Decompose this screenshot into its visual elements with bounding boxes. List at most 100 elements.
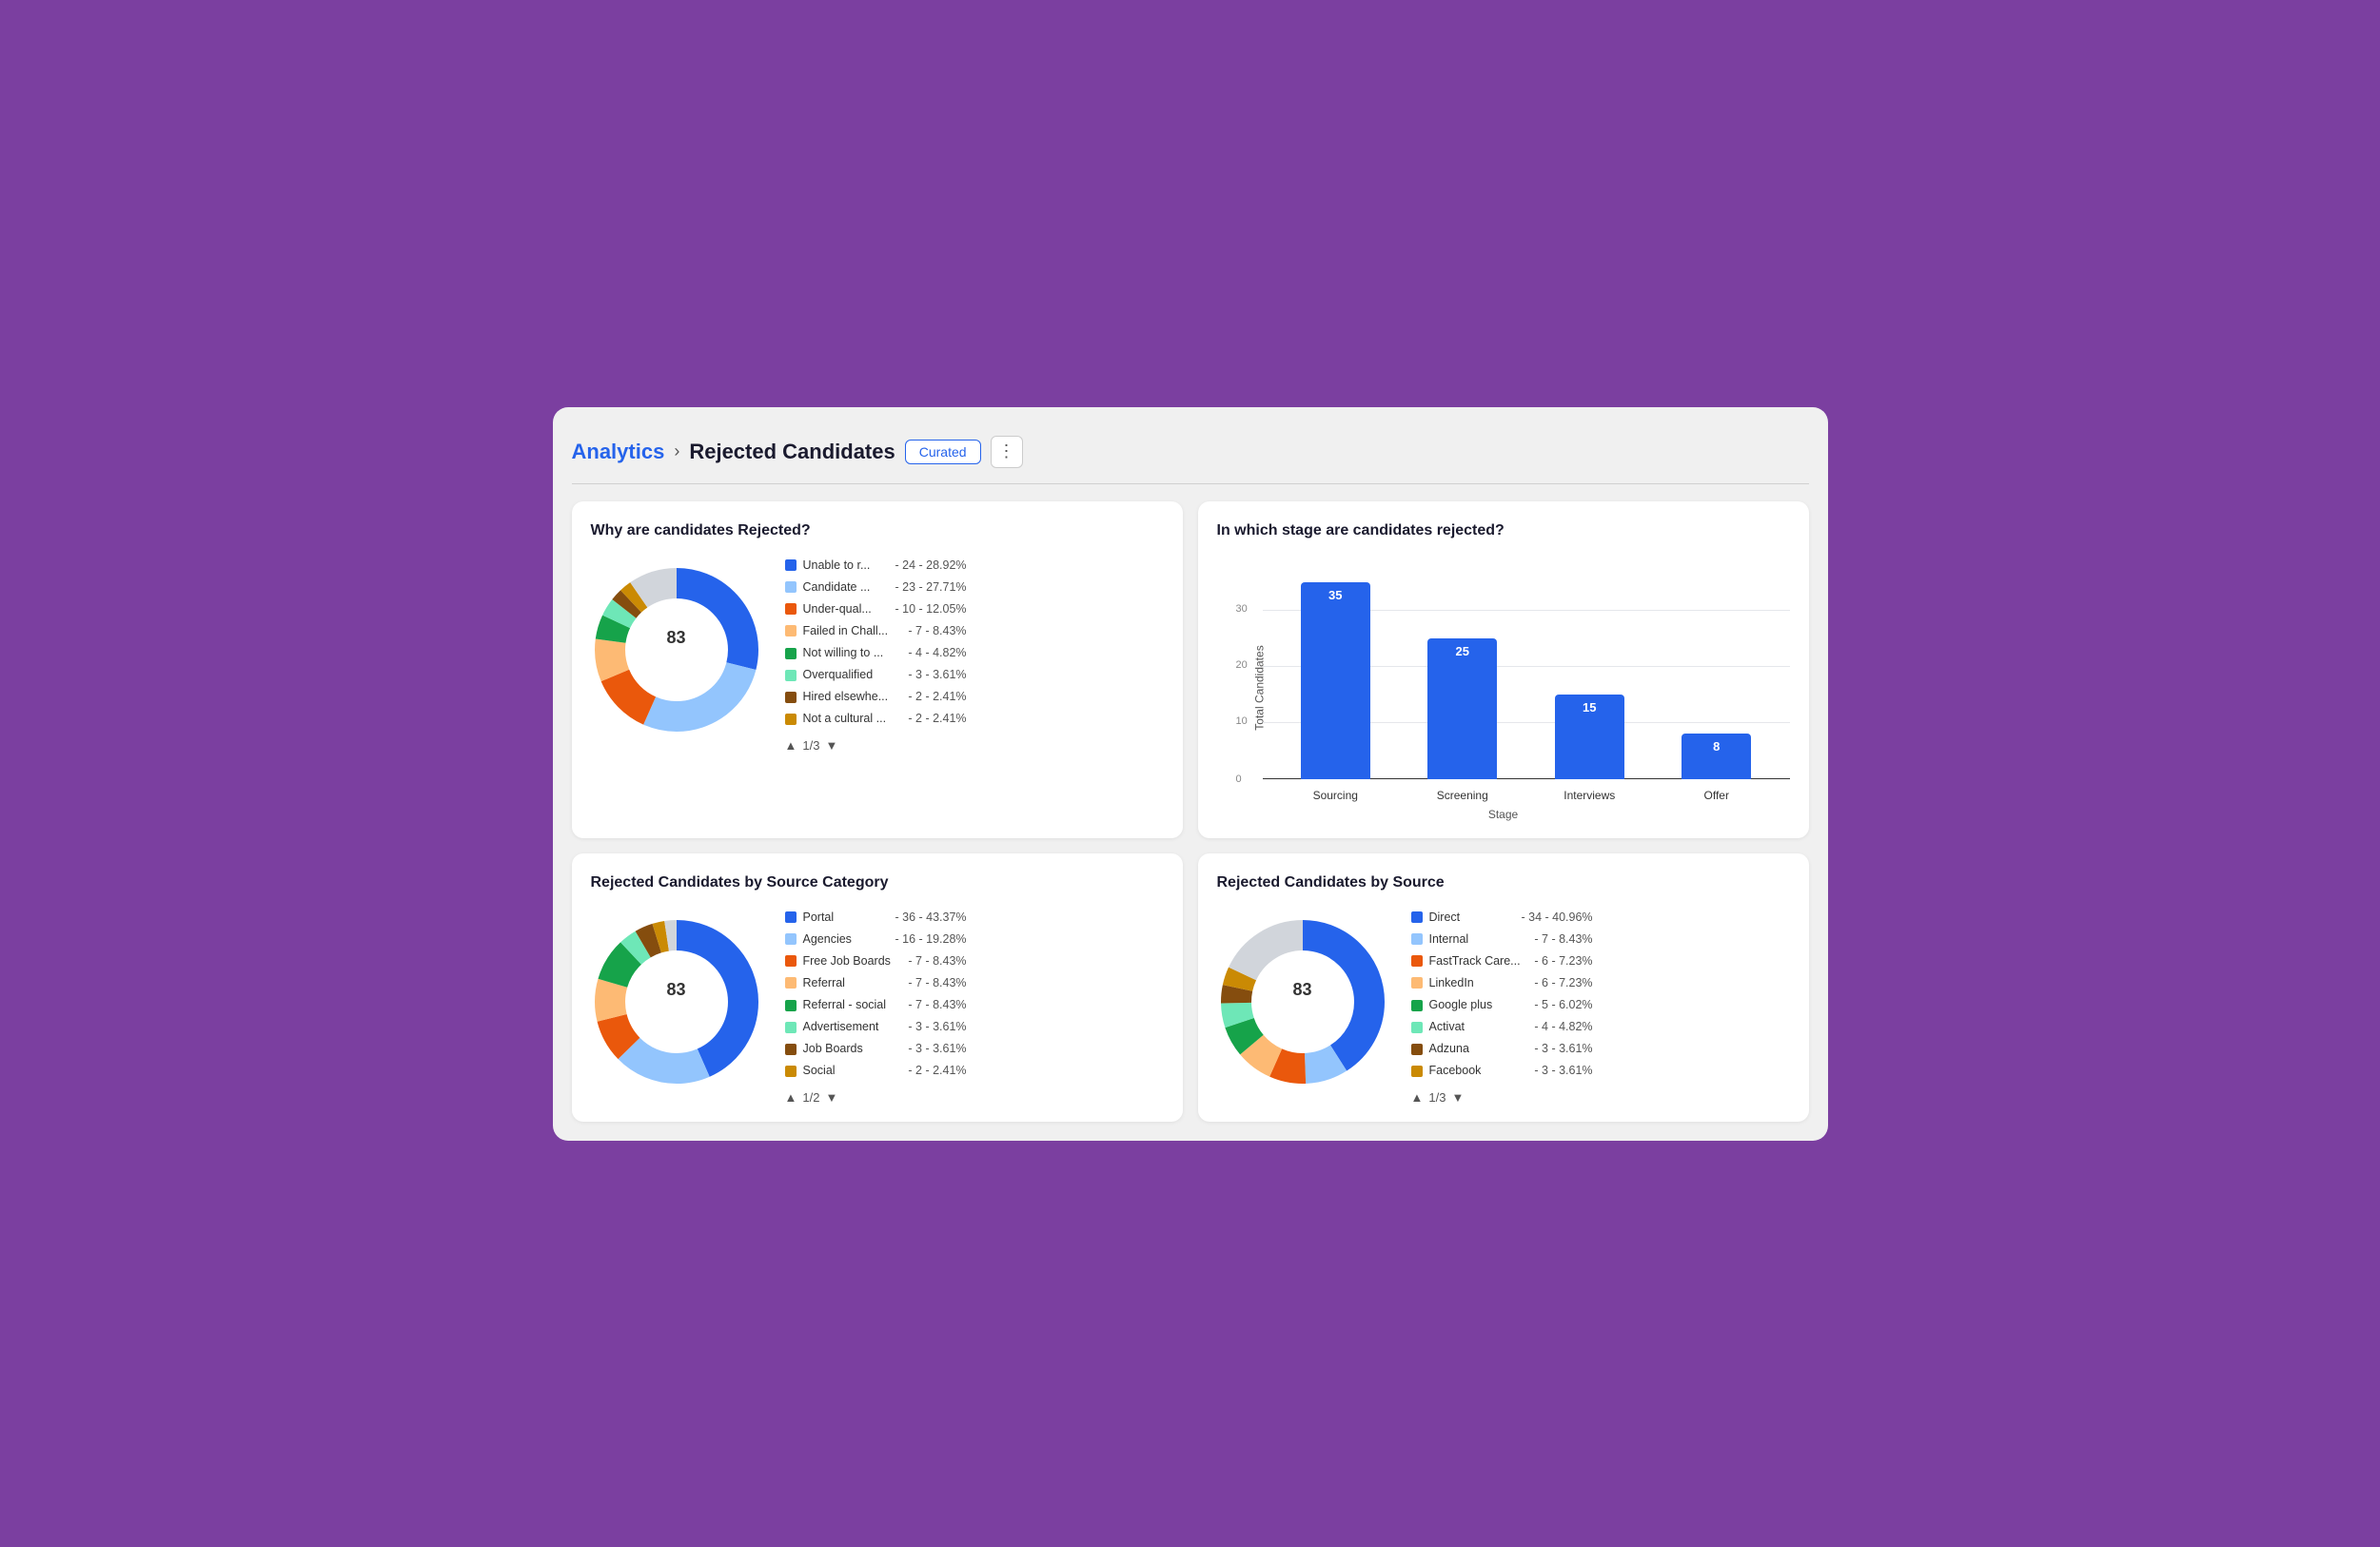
legend-color — [1411, 1066, 1423, 1077]
legend-color — [785, 670, 797, 681]
legend-label: Internal — [1429, 929, 1528, 950]
bar-value: 8 — [1713, 739, 1720, 754]
bar-label: Offer — [1704, 789, 1729, 802]
legend-label: Agencies — [803, 929, 889, 950]
y-tick-20: 20 — [1236, 659, 1248, 671]
legend-value: - 23 - 27.71% — [895, 577, 967, 598]
legend-item: Facebook - 3 - 3.61% — [1411, 1060, 1593, 1082]
y-tick-10: 10 — [1236, 715, 1248, 727]
legend-label: Referral — [803, 972, 902, 994]
legend-label: Social — [803, 1060, 902, 1082]
source-category-svg — [591, 916, 762, 1087]
pag-down-icon2[interactable]: ▼ — [825, 1090, 837, 1105]
bar-group: 35Sourcing — [1272, 555, 1400, 779]
legend-item: Unable to r... - 24 - 28.92% — [785, 555, 967, 577]
legend-color — [1411, 933, 1423, 945]
legend-label: Advertisement — [803, 1016, 902, 1038]
source-category-pagination[interactable]: ▲ 1/2 ▼ — [785, 1090, 967, 1105]
legend-item: Social - 2 - 2.41% — [785, 1060, 967, 1082]
bars-container: 35Sourcing25Screening15Interviews8Offer — [1263, 555, 1790, 779]
legend-label: Failed in Chall... — [803, 620, 902, 642]
bar-group: 25Screening — [1399, 555, 1526, 779]
bar-fill: 35 — [1301, 582, 1370, 779]
source-rejected-card: Rejected Candidates by Source 83 Direct … — [1198, 853, 1809, 1122]
grid-area: 10 20 30 0 35Sourcing25Screening15Interv… — [1263, 555, 1790, 779]
legend-label: Under-qual... — [803, 598, 889, 620]
why-rejected-legend: Unable to r... - 24 - 28.92% Candidate .… — [785, 555, 967, 753]
analytics-link[interactable]: Analytics — [572, 440, 665, 464]
bar-group: 15Interviews — [1526, 555, 1654, 779]
legend-color — [1411, 911, 1423, 923]
header: Analytics › Rejected Candidates Curated … — [572, 426, 1809, 483]
main-container: Analytics › Rejected Candidates Curated … — [553, 407, 1828, 1141]
legend-color — [785, 559, 797, 571]
legend-item: Failed in Chall... - 7 - 8.43% — [785, 620, 967, 642]
legend-color — [785, 648, 797, 659]
legend-label: Facebook — [1429, 1060, 1528, 1082]
legend-label: Google plus — [1429, 994, 1528, 1016]
legend-color — [785, 714, 797, 725]
legend-value: - 6 - 7.23% — [1534, 950, 1592, 972]
legend-label: Adzuna — [1429, 1038, 1528, 1060]
legend-label: Not a cultural ... — [803, 708, 902, 730]
source-rejected-pagination[interactable]: ▲ 1/3 ▼ — [1411, 1090, 1593, 1105]
pag-up-icon3: ▲ — [1411, 1090, 1424, 1105]
legend-item: Not willing to ... - 4 - 4.82% — [785, 642, 967, 664]
why-rejected-donut: 83 — [591, 564, 762, 743]
legend-label: Direct — [1429, 907, 1515, 929]
why-rejected-chart-area: 83 Unable to r... - 24 - 28.92% Candidat… — [591, 555, 1164, 753]
legend-value: - 10 - 12.05% — [895, 598, 967, 620]
legend-item: Google plus - 5 - 6.02% — [1411, 994, 1593, 1016]
legend-label: Free Job Boards — [803, 950, 902, 972]
source-category-title: Rejected Candidates by Source Category — [591, 874, 1164, 891]
breadcrumb-chevron: › — [674, 441, 679, 461]
legend-value: - 4 - 4.82% — [1534, 1016, 1592, 1038]
legend-label: LinkedIn — [1429, 972, 1528, 994]
source-category-donut: 83 — [591, 916, 762, 1095]
source-category-page: 1/2 — [802, 1090, 819, 1105]
legend-value: - 7 - 8.43% — [908, 950, 966, 972]
legend-item: Internal - 7 - 8.43% — [1411, 929, 1593, 950]
stage-rejected-card: In which stage are candidates rejected? … — [1198, 501, 1809, 838]
bar-label: Screening — [1437, 789, 1488, 802]
legend-value: - 7 - 8.43% — [908, 620, 966, 642]
legend-label: FastTrack Care... — [1429, 950, 1528, 972]
legend-color — [785, 911, 797, 923]
page-title: Rejected Candidates — [689, 440, 895, 464]
source-rejected-legend: Direct - 34 - 40.96% Internal - 7 - 8.43… — [1411, 907, 1593, 1105]
legend-item: Referral - 7 - 8.43% — [785, 972, 967, 994]
legend-item: Adzuna - 3 - 3.61% — [1411, 1038, 1593, 1060]
bar-fill: 8 — [1682, 734, 1751, 778]
legend-color — [785, 625, 797, 636]
bar-fill: 15 — [1555, 695, 1624, 779]
legend-value: - 3 - 3.61% — [1534, 1038, 1592, 1060]
legend-value: - 3 - 3.61% — [908, 1038, 966, 1060]
why-rejected-svg — [591, 564, 762, 735]
charts-grid: Why are candidates Rejected? 83 Unable t… — [572, 501, 1809, 1122]
y-tick-0: 0 — [1236, 774, 1242, 785]
why-rejected-page: 1/3 — [802, 738, 819, 753]
legend-value: - 3 - 3.61% — [908, 1016, 966, 1038]
legend-item: Referral - social - 7 - 8.43% — [785, 994, 967, 1016]
bar-fill: 25 — [1427, 638, 1497, 779]
pag-down-icon[interactable]: ▼ — [825, 738, 837, 753]
legend-item: LinkedIn - 6 - 7.23% — [1411, 972, 1593, 994]
legend-value: - 4 - 4.82% — [908, 642, 966, 664]
more-options-button[interactable]: ⋮ — [991, 436, 1023, 468]
why-rejected-title: Why are candidates Rejected? — [591, 522, 1164, 539]
legend-value: - 2 - 2.41% — [908, 686, 966, 708]
legend-item: Hired elsewhe... - 2 - 2.41% — [785, 686, 967, 708]
curated-badge[interactable]: Curated — [905, 440, 981, 464]
legend-value: - 3 - 3.61% — [1534, 1060, 1592, 1082]
legend-item: Free Job Boards - 7 - 8.43% — [785, 950, 967, 972]
legend-item: Advertisement - 3 - 3.61% — [785, 1016, 967, 1038]
legend-color — [785, 581, 797, 593]
pag-down-icon3[interactable]: ▼ — [1451, 1090, 1464, 1105]
legend-color — [785, 933, 797, 945]
legend-value: - 16 - 19.28% — [895, 929, 967, 950]
header-divider — [572, 483, 1809, 484]
stage-rejected-title: In which stage are candidates rejected? — [1217, 522, 1790, 539]
source-category-card: Rejected Candidates by Source Category 8… — [572, 853, 1183, 1122]
why-rejected-pagination[interactable]: ▲ 1/3 ▼ — [785, 738, 967, 753]
more-icon: ⋮ — [998, 441, 1015, 461]
